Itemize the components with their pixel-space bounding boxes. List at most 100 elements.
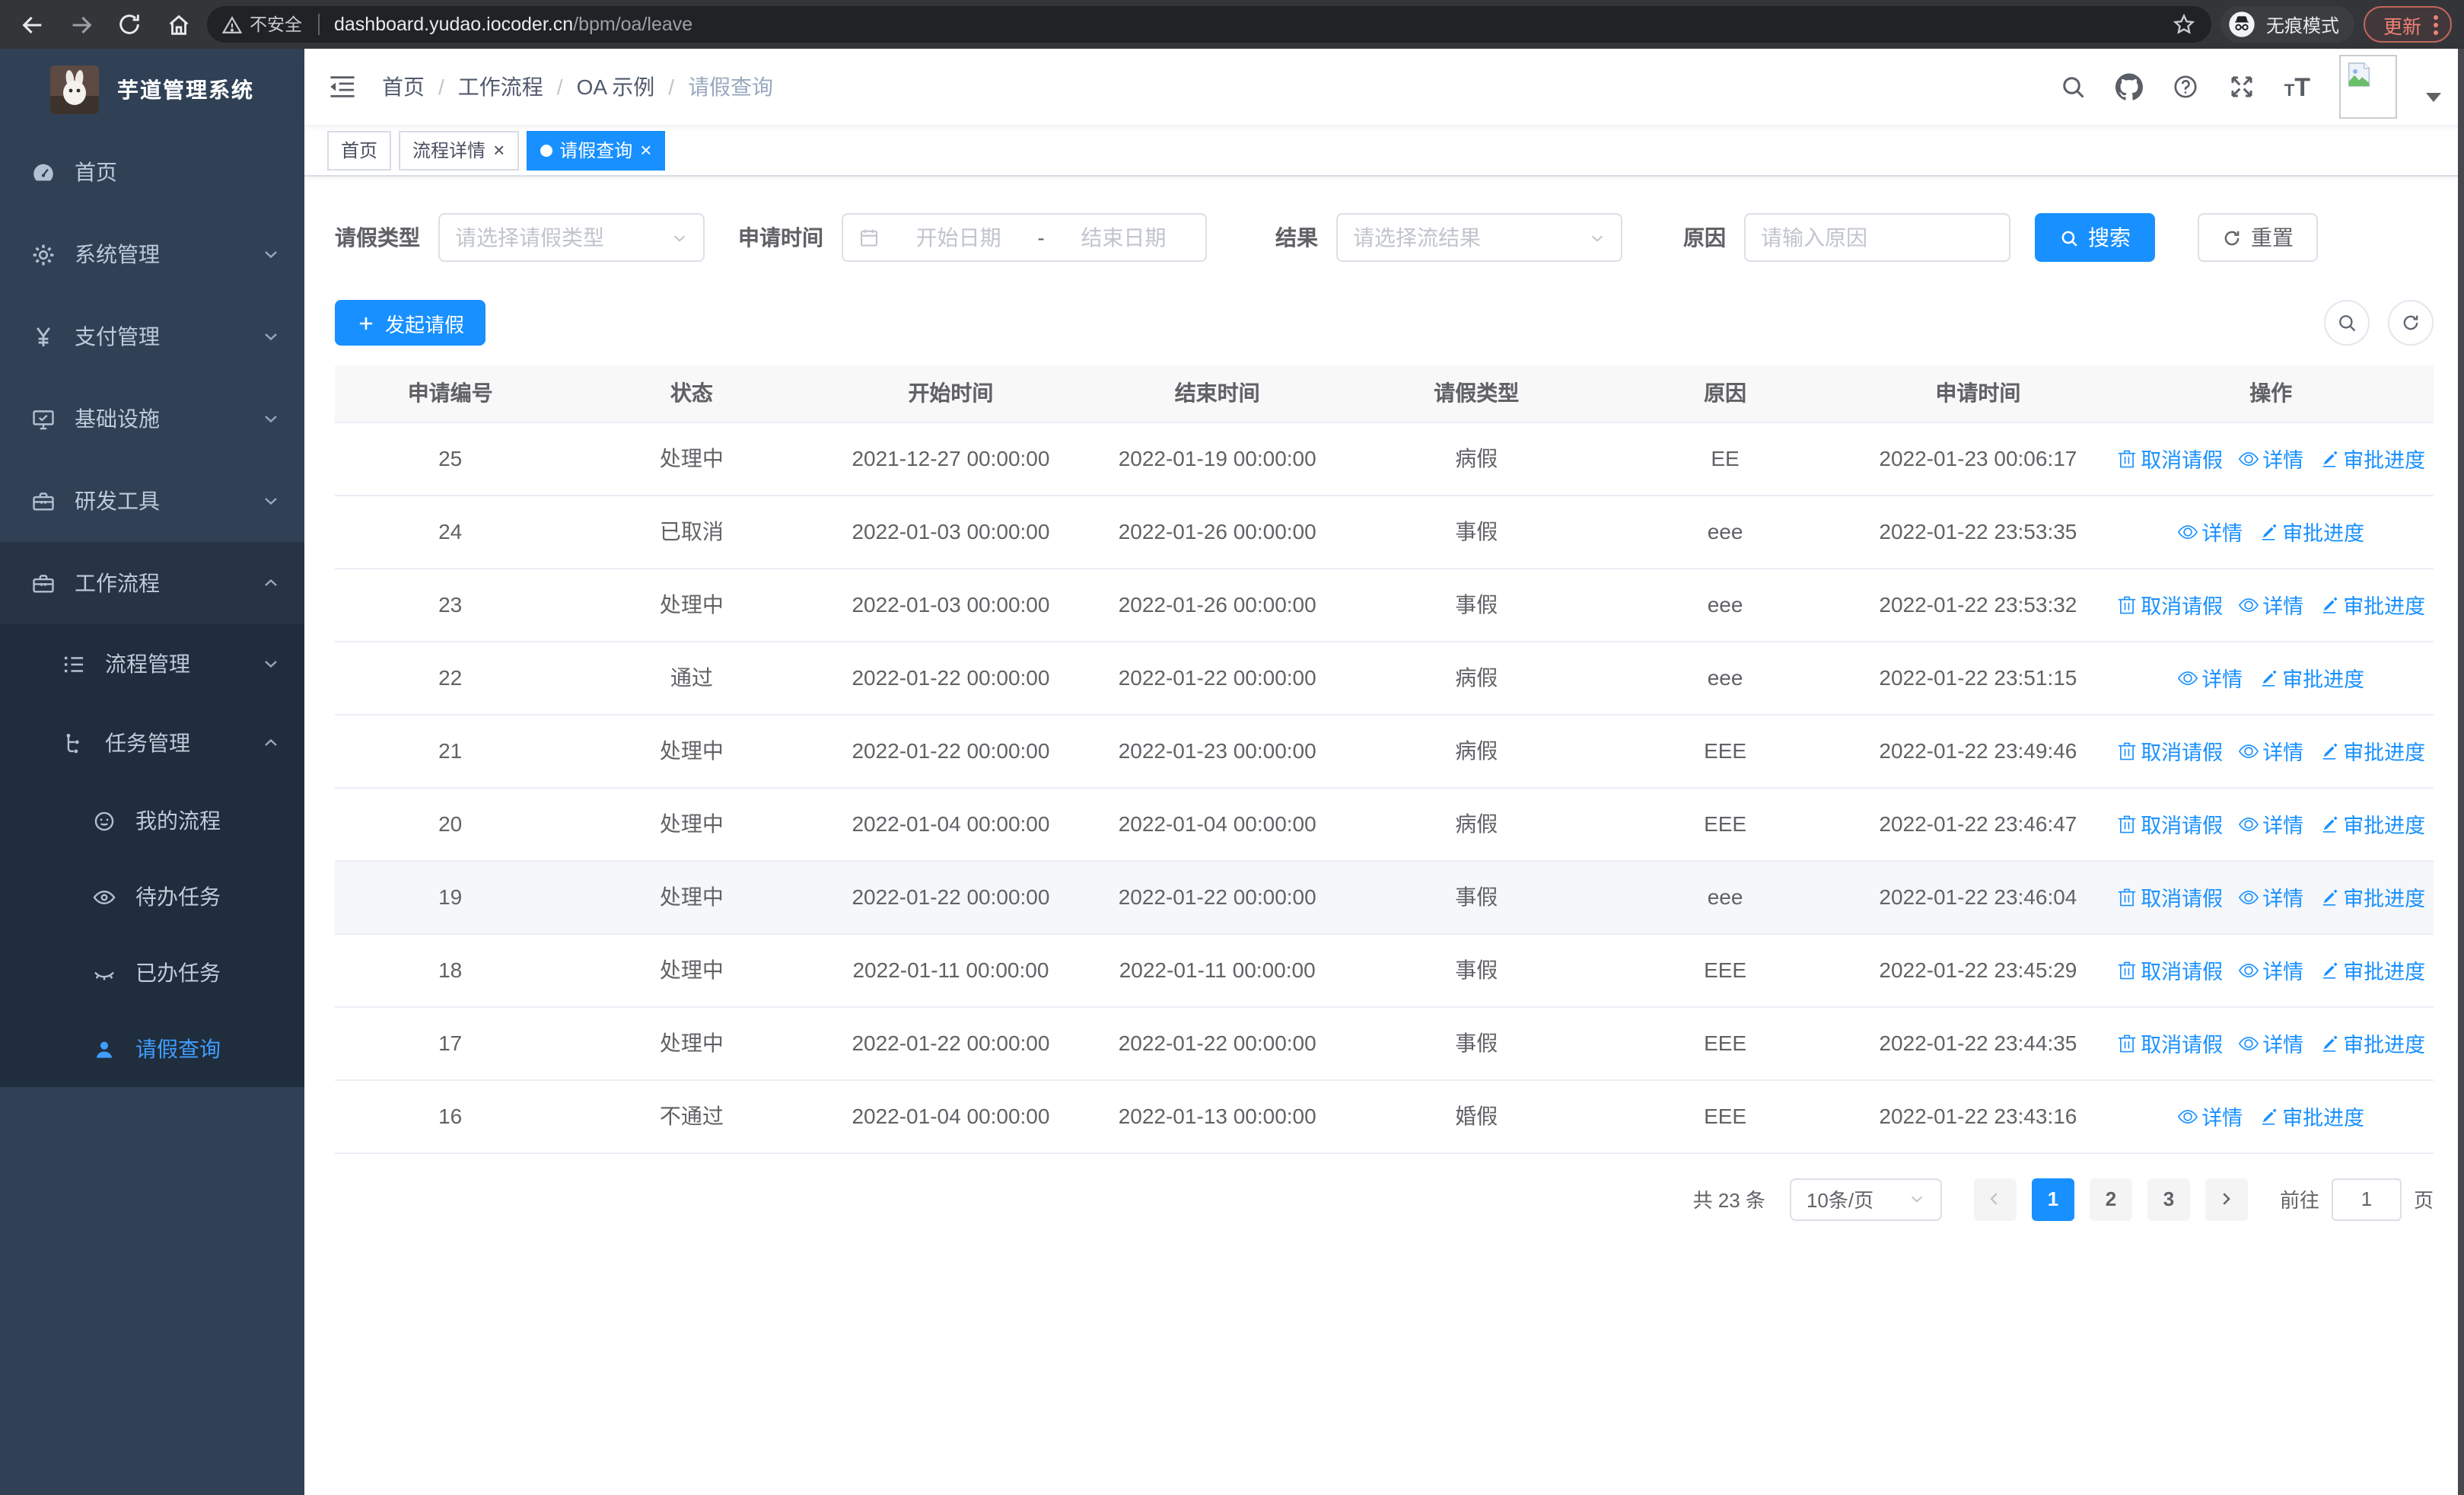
help-icon[interactable] — [2172, 73, 2199, 100]
incognito-icon — [2229, 11, 2255, 37]
sidebar-item-process-management[interactable]: 流程管理 — [0, 624, 304, 703]
address-bar[interactable]: 不安全 dashboard.yudao.iocoder.cn/bpm/oa/le… — [207, 6, 2211, 43]
next-page-button[interactable] — [2205, 1178, 2248, 1220]
breadcrumb-item[interactable]: 首页 — [382, 72, 425, 102]
cell-status: 处理中 — [565, 933, 818, 1007]
app-logo-row[interactable]: 芋道管理系统 — [0, 49, 304, 131]
reason-input[interactable] — [1744, 213, 2010, 262]
search-button[interactable]: 搜索 — [2035, 213, 2155, 262]
bookmark-star-icon[interactable] — [2172, 12, 2196, 37]
sidebar-item-done-tasks[interactable]: 已办任务 — [0, 935, 304, 1011]
browser-refresh-button[interactable] — [110, 5, 149, 44]
page-button-1[interactable]: 1 — [2031, 1178, 2074, 1220]
detail-link[interactable]: 详情 — [2238, 808, 2303, 839]
icon-delete — [2116, 594, 2136, 614]
close-icon[interactable]: × — [640, 140, 651, 160]
cell-type: 事假 — [1350, 860, 1603, 934]
approval-progress-link[interactable]: 审批进度 — [2258, 662, 2364, 693]
approval-progress-link[interactable]: 审批进度 — [2258, 516, 2364, 547]
cancel-leave-link[interactable]: 取消请假 — [2116, 881, 2223, 912]
detail-link[interactable]: 详情 — [2238, 1028, 2303, 1058]
refresh-table-button[interactable] — [2388, 300, 2434, 346]
sidebar-item-payment[interactable]: 支付管理 — [0, 295, 304, 378]
cancel-leave-link[interactable]: 取消请假 — [2116, 735, 2223, 766]
icon-edit — [2319, 960, 2338, 980]
detail-link[interactable]: 详情 — [2177, 1101, 2243, 1131]
search-icon[interactable] — [2059, 73, 2087, 100]
breadcrumb-item[interactable]: OA 示例 — [577, 72, 655, 102]
icon-edit — [2319, 594, 2338, 614]
tag-home[interactable]: 首页 — [327, 130, 392, 170]
detail-link[interactable]: 详情 — [2177, 662, 2243, 693]
sidebar-item-system[interactable]: 系统管理 — [0, 213, 304, 295]
chevron-up-icon — [265, 738, 277, 746]
cancel-leave-link[interactable]: 取消请假 — [2116, 443, 2223, 473]
result-select[interactable]: 请选择流结果 — [1336, 213, 1622, 262]
reason-label: 原因 — [1683, 225, 1726, 250]
sidebar-item-workflow[interactable]: 工作流程 — [0, 542, 304, 624]
detail-link[interactable]: 详情 — [2238, 443, 2303, 473]
github-icon[interactable] — [2115, 73, 2143, 100]
approval-progress-link[interactable]: 审批进度 — [2319, 443, 2425, 473]
cell-type: 事假 — [1350, 933, 1603, 1007]
approval-progress-link[interactable]: 审批进度 — [2319, 881, 2425, 912]
approval-progress-link[interactable]: 审批进度 — [2258, 1101, 2364, 1131]
tag-leave-query[interactable]: 请假查询 × — [526, 130, 666, 170]
sidebar-item-todo-tasks[interactable]: 待办任务 — [0, 859, 304, 935]
tag-process-detail[interactable]: 流程详情 × — [399, 130, 519, 170]
browser-update-button[interactable]: 更新 — [2363, 6, 2452, 43]
create-leave-button[interactable]: 发起请假 — [335, 300, 486, 346]
sidebar-item-dev-tools[interactable]: 研发工具 — [0, 460, 304, 542]
sidebar-item-my-process[interactable]: 我的流程 — [0, 783, 304, 859]
security-chip[interactable]: 不安全 — [222, 12, 302, 37]
browser-home-button[interactable] — [158, 5, 198, 44]
cancel-leave-link[interactable]: 取消请假 — [2116, 1028, 2223, 1058]
refresh-icon — [2403, 315, 2418, 330]
detail-link[interactable]: 详情 — [2238, 589, 2303, 620]
browser-menu-icon[interactable] — [2434, 14, 2438, 34]
prev-page-button[interactable] — [1973, 1178, 2017, 1220]
detail-link[interactable]: 详情 — [2177, 516, 2243, 547]
page-button-2[interactable]: 2 — [2089, 1178, 2132, 1220]
monitor-icon — [33, 410, 54, 429]
window-scrollbar[interactable] — [2458, 49, 2464, 1495]
apply-time-range-picker[interactable]: 开始日期 - 结束日期 — [842, 213, 1207, 262]
goto-page-input[interactable] — [2331, 1178, 2402, 1220]
browser-forward-button[interactable] — [61, 5, 100, 44]
avatar-dropdown-caret-icon[interactable] — [2426, 93, 2441, 102]
sidebar-item-infrastructure[interactable]: 基础设施 — [0, 378, 304, 460]
detail-link[interactable]: 详情 — [2238, 955, 2303, 985]
page-button-3[interactable]: 3 — [2147, 1178, 2190, 1220]
approval-progress-link[interactable]: 审批进度 — [2319, 589, 2425, 620]
approval-progress-link[interactable]: 审批进度 — [2319, 808, 2425, 839]
sidebar-item-leave-query[interactable]: 请假查询 — [0, 1011, 304, 1087]
breadcrumb-item[interactable]: 工作流程 — [458, 72, 543, 102]
dashboard-icon — [33, 163, 53, 180]
browser-back-button[interactable] — [12, 5, 52, 44]
reset-button[interactable]: 重置 — [2198, 213, 2318, 262]
avatar[interactable] — [2339, 55, 2397, 119]
font-size-icon[interactable]: TT — [2284, 74, 2310, 100]
cancel-leave-link[interactable]: 取消请假 — [2116, 955, 2223, 985]
cell-start: 2022-01-11 00:00:00 — [817, 933, 1084, 1007]
pagination-total: 共 23 条 — [1692, 1189, 1765, 1212]
sidebar-item-home[interactable]: 首页 — [0, 131, 304, 213]
sidebar-item-task-management[interactable]: 任务管理 — [0, 703, 304, 783]
sidebar-toggle-icon[interactable] — [327, 72, 358, 102]
cell-start: 2022-01-22 00:00:00 — [817, 1006, 1084, 1080]
fullscreen-icon[interactable] — [2228, 73, 2255, 100]
cell-id: 16 — [335, 1079, 566, 1153]
main-area: 首页 / 工作流程 / OA 示例 / 请假查询 TT 首页 流程详情 × 请假… — [304, 49, 2464, 1495]
approval-progress-link[interactable]: 审批进度 — [2319, 1028, 2425, 1058]
approval-progress-link[interactable]: 审批进度 — [2319, 955, 2425, 985]
cancel-leave-link[interactable]: 取消请假 — [2116, 808, 2223, 839]
close-icon[interactable]: × — [493, 140, 505, 160]
cancel-leave-link[interactable]: 取消请假 — [2116, 589, 2223, 620]
leave-type-select[interactable]: 请选择请假类型 — [438, 213, 705, 262]
detail-link[interactable]: 详情 — [2238, 881, 2303, 912]
show-search-button[interactable] — [2324, 300, 2370, 346]
approval-progress-link[interactable]: 审批进度 — [2319, 735, 2425, 766]
table-row: 20 处理中 2022-01-04 00:00:00 2022-01-04 00:00… — [335, 787, 2434, 861]
detail-link[interactable]: 详情 — [2238, 735, 2303, 766]
page-size-select[interactable]: 10条/页 — [1789, 1178, 1942, 1220]
